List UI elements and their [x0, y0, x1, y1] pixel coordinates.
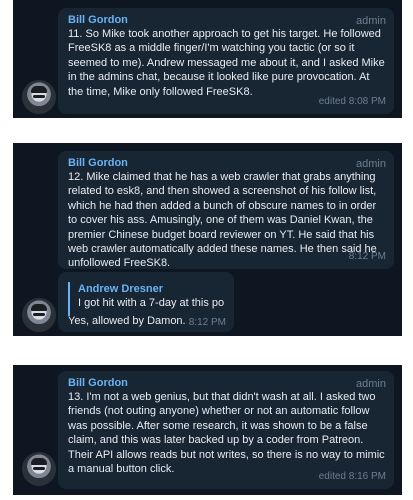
message-time: edited 8:16 PM	[318, 470, 386, 482]
reply-quote-sender: Andrew Dresner	[78, 283, 163, 295]
message-text: 11. So Mike took another approach to get…	[68, 28, 385, 98]
avatar[interactable]	[22, 452, 56, 486]
message-text: 12. Mike claimed that he has a web crawl…	[68, 171, 377, 270]
chat-panel-2: Bill Gordon admin 12. Mike claimed that …	[13, 143, 402, 336]
message-time: 8:12 PM	[188, 317, 226, 328]
sender-name[interactable]: Bill Gordon	[68, 13, 128, 27]
sender-name[interactable]: Bill Gordon	[68, 156, 128, 170]
avatar[interactable]	[22, 80, 56, 114]
reply-quote-text: I got hit with a 7-day at this po...	[78, 297, 224, 309]
avatar[interactable]	[22, 298, 56, 332]
chat-panel-1: Bill Gordon admin 11. So Mike took anoth…	[13, 0, 402, 118]
reply-quote[interactable]: Andrew Dresner I got hit with a 7-day at…	[68, 282, 224, 316]
message-bubble[interactable]: Bill Gordon admin 12. Mike claimed that …	[58, 151, 394, 269]
chat-panel-3: Bill Gordon admin 13. I'm not a web geni…	[13, 365, 402, 495]
sender-name[interactable]: Bill Gordon	[68, 376, 128, 390]
message-time: edited 8:08 PM	[318, 95, 386, 107]
message-text: 13. I'm not a web genius, but that didn'…	[68, 391, 385, 476]
message-time: 8:12 PM	[348, 250, 386, 262]
reply-message-bubble[interactable]: Andrew Dresner I got hit with a 7-day at…	[58, 272, 234, 332]
message-bubble[interactable]: Bill Gordon admin 13. I'm not a web geni…	[58, 371, 394, 489]
message-bubble[interactable]: Bill Gordon admin 11. So Mike took anoth…	[58, 8, 394, 114]
message-text: Yes, allowed by Damon.	[68, 315, 186, 327]
